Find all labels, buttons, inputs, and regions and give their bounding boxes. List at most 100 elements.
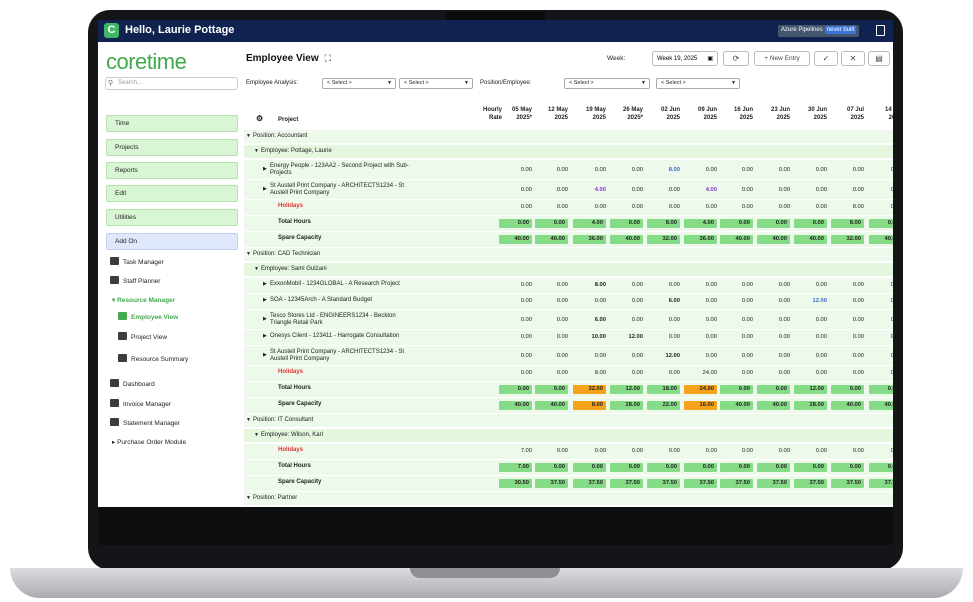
hours-cell[interactable]: 0.00	[499, 333, 532, 341]
table-row[interactable]: ▶ St Austell Print Company - ARCHITECTS12…	[244, 180, 893, 199]
hours-cell[interactable]: 0.00	[684, 316, 717, 324]
expand-triangle-icon[interactable]: ▶	[263, 186, 267, 193]
hours-cell[interactable]: 6.00	[647, 297, 680, 305]
analysis-select-1[interactable]: < Select > ▼	[322, 78, 396, 89]
hours-cell[interactable]: 0.00	[535, 352, 568, 360]
new-entry-button[interactable]: + New Entry	[754, 51, 810, 66]
sidebar-item-resource-summary[interactable]: Resource Summary	[118, 354, 188, 363]
hours-cell[interactable]: 0.00	[869, 297, 893, 305]
hours-cell[interactable]: 0.00	[535, 316, 568, 324]
hours-cell[interactable]: 0.00	[720, 333, 753, 341]
hours-cell[interactable]: 0.00	[794, 186, 827, 194]
hours-cell[interactable]: 0.00	[757, 186, 790, 194]
hours-cell[interactable]: 0.00	[831, 281, 864, 289]
expand-triangle-icon[interactable]: ▶	[263, 316, 267, 323]
hours-cell[interactable]: 6.00	[573, 316, 606, 324]
hours-cell[interactable]: 0.00	[535, 297, 568, 305]
expand-triangle-icon[interactable]: ▶	[263, 281, 267, 288]
nav-projects[interactable]: Projects	[106, 139, 238, 156]
hours-cell[interactable]: 0.00	[535, 166, 568, 174]
hours-cell[interactable]: 0.00	[573, 297, 606, 305]
hours-cell[interactable]: 0.00	[757, 316, 790, 324]
hours-cell[interactable]: 0.00	[573, 352, 606, 360]
search-input[interactable]: ⚲ Search...	[105, 77, 238, 90]
expand-triangle-icon[interactable]: ▶	[263, 166, 267, 173]
hours-cell[interactable]: 0.00	[499, 186, 532, 194]
hours-cell[interactable]: 0.00	[869, 333, 893, 341]
employee-select[interactable]: < Select > ▼	[656, 78, 740, 89]
hours-cell[interactable]: 0.00	[869, 316, 893, 324]
hours-cell[interactable]: 0.00	[831, 297, 864, 305]
hours-cell[interactable]: 0.00	[684, 281, 717, 289]
employee-row[interactable]: ▼ Employee: Pottage, Laurie	[244, 145, 893, 158]
collapse-triangle-icon[interactable]: ▼	[246, 495, 251, 502]
hours-cell[interactable]: 0.00	[684, 297, 717, 305]
app-logo-icon[interactable]: C	[104, 23, 119, 38]
cancel-button[interactable]: ✕	[841, 51, 865, 66]
hours-cell[interactable]: 0.00	[499, 352, 532, 360]
hours-cell[interactable]: 12.00	[647, 352, 680, 360]
hours-cell[interactable]: 0.00	[794, 352, 827, 360]
collapse-triangle-icon[interactable]: ▼	[254, 266, 259, 273]
hours-cell[interactable]: 0.00	[831, 166, 864, 174]
hours-cell[interactable]: 0.00	[794, 333, 827, 341]
hours-cell[interactable]: 0.00	[647, 281, 680, 289]
refresh-button[interactable]: ⟳	[723, 51, 749, 66]
hours-cell[interactable]: 0.00	[610, 316, 643, 324]
hours-cell[interactable]: 0.00	[610, 297, 643, 305]
hours-cell[interactable]: 0.00	[757, 166, 790, 174]
hours-cell[interactable]: 0.00	[720, 316, 753, 324]
sidebar-item-invoice-manager[interactable]: Invoice Manager	[110, 399, 171, 408]
sidebar-item-employee-view[interactable]: Employee View	[118, 312, 178, 321]
hours-cell[interactable]: 4.00	[573, 186, 606, 194]
collapse-triangle-icon[interactable]: ▼	[246, 133, 251, 140]
table-row[interactable]: ▶ St Austell Print Company - ARCHITECTS12…	[244, 346, 893, 365]
expand-icon[interactable]: ⛶	[325, 53, 331, 63]
hours-cell[interactable]: 0.00	[831, 352, 864, 360]
hours-cell[interactable]: 0.00	[869, 352, 893, 360]
hours-cell[interactable]: 0.00	[757, 333, 790, 341]
employee-row[interactable]: ▼ Employee: Wilson, Karl	[244, 429, 893, 442]
hours-cell[interactable]: 0.00	[610, 186, 643, 194]
nav-edit[interactable]: Edit	[106, 185, 238, 202]
hours-cell[interactable]: 0.00	[684, 166, 717, 174]
position-row[interactable]: ▼ Position: Accountant	[244, 130, 893, 143]
table-row[interactable]: ▶ Energy People - 123AA2 - Second Project…	[244, 160, 893, 179]
hours-cell[interactable]: 0.00	[757, 297, 790, 305]
sidebar-item-purchase-order-module[interactable]: ▸ Purchase Order Module	[112, 438, 186, 446]
position-select[interactable]: < Select > ▼	[564, 78, 650, 89]
position-row[interactable]: ▼ Position: Partner	[244, 492, 893, 505]
collapse-triangle-icon[interactable]: ▼	[246, 417, 251, 424]
hours-cell[interactable]: 0.00	[684, 352, 717, 360]
sidebar-item-task-manager[interactable]: Task Manager	[110, 257, 164, 266]
hours-cell[interactable]: 0.00	[499, 281, 532, 289]
hours-cell[interactable]: 0.00	[757, 352, 790, 360]
hours-cell[interactable]: 0.00	[647, 316, 680, 324]
sidebar-item-statement-manager[interactable]: Statement Manager	[110, 418, 180, 427]
hours-cell[interactable]: 0.00	[610, 352, 643, 360]
hours-cell[interactable]: 0.00	[720, 297, 753, 305]
hours-cell[interactable]: 8.00	[647, 166, 680, 174]
hours-cell[interactable]: 12.00	[610, 333, 643, 341]
hours-cell[interactable]: 0.00	[757, 281, 790, 289]
nav-utilities[interactable]: Utilities	[106, 209, 238, 226]
table-row[interactable]: ▶ Tesco Stores Ltd - ENGINEERS1234 - Beck…	[244, 310, 893, 329]
employee-row[interactable]: ▼ Employee: Sami Gulzani	[244, 263, 893, 276]
hours-cell[interactable]: 0.00	[535, 186, 568, 194]
sidebar-item-project-view[interactable]: Project View	[118, 332, 167, 341]
collapse-triangle-icon[interactable]: ▼	[254, 148, 259, 155]
hours-cell[interactable]: 0.00	[794, 281, 827, 289]
hours-cell[interactable]: 0.00	[869, 281, 893, 289]
hours-cell[interactable]: 0.00	[535, 281, 568, 289]
hours-cell[interactable]: 0.00	[610, 281, 643, 289]
table-row[interactable]: ▶ Onesys Client - 123411 - Harrogate Cons…	[244, 330, 893, 345]
hours-cell[interactable]: 0.00	[499, 316, 532, 324]
nav-reports[interactable]: Reports	[106, 162, 238, 179]
approve-button[interactable]: ✓	[814, 51, 838, 66]
hours-cell[interactable]: 0.00	[831, 333, 864, 341]
brand-logo[interactable]: coretime	[106, 49, 187, 75]
hours-cell[interactable]: 0.00	[720, 281, 753, 289]
hours-cell[interactable]: 0.00	[869, 166, 893, 174]
hours-cell[interactable]: 0.00	[535, 333, 568, 341]
hours-cell[interactable]: 0.00	[831, 316, 864, 324]
